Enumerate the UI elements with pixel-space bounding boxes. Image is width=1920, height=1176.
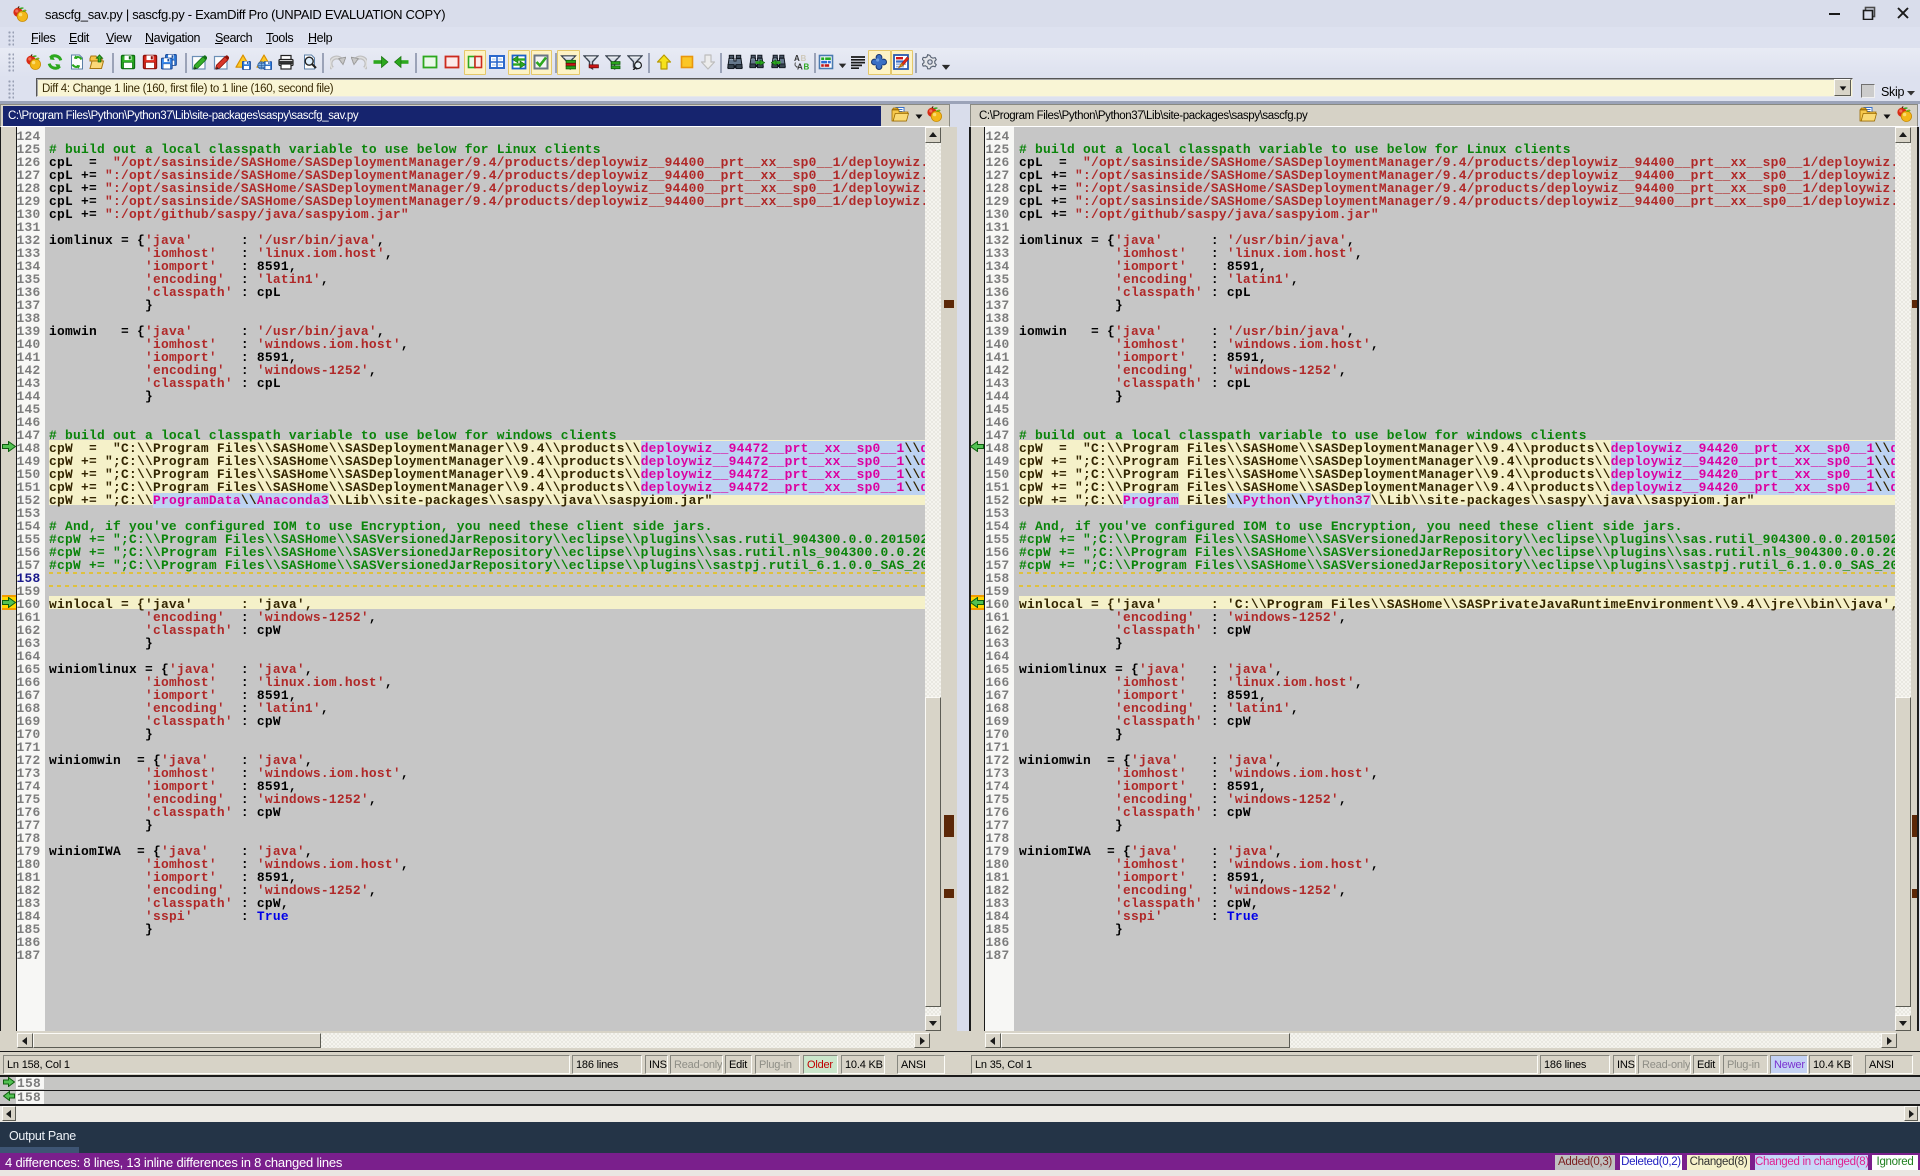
svg-text:B: B: [804, 63, 810, 71]
svg-text:A: A: [797, 63, 803, 71]
